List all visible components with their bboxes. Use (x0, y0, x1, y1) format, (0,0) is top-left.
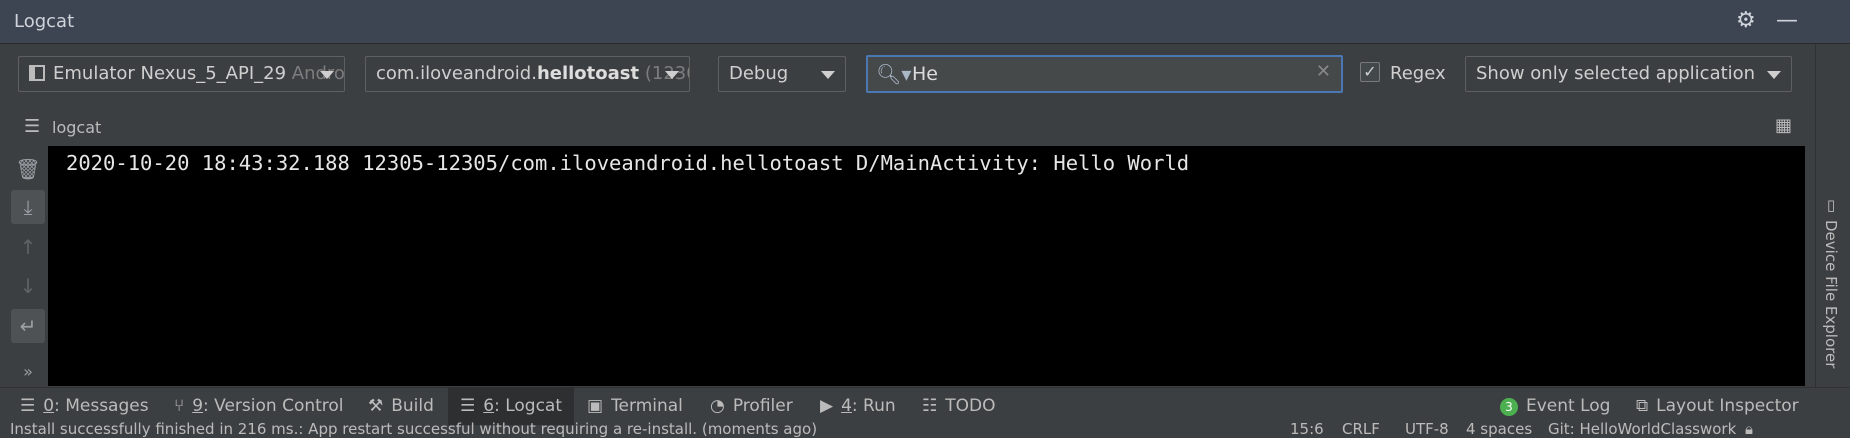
logcat-icon: ☰ (460, 396, 476, 416)
logcat-subheader (0, 108, 1815, 146)
tab-run[interactable]: ▶ 4: Run (808, 387, 908, 425)
device-name: Emulator Nexus_5_API_29 (53, 63, 287, 84)
tab-todo[interactable]: ☷ TODO (910, 387, 1008, 425)
clear-icon[interactable]: ✕ (1316, 61, 1331, 82)
soft-wrap-icon[interactable]: ↵ (11, 309, 45, 343)
minimize-icon[interactable]: — (1776, 10, 1798, 32)
gear-icon[interactable]: ⚙ (1736, 10, 1756, 32)
scroll-to-end-icon[interactable]: ⤓ (11, 190, 45, 224)
hammer-icon: ⚒ (368, 396, 384, 416)
search-icon[interactable]: 🔍︎▾ (876, 62, 911, 86)
status-encoding[interactable]: UTF-8 (1405, 422, 1449, 437)
chevron-down-icon (320, 71, 334, 79)
phone-icon: ▯ (1822, 196, 1840, 214)
regex-checkbox[interactable]: ✓ (1360, 62, 1380, 82)
status-message[interactable]: Install successfully finished in 216 ms.… (10, 422, 817, 437)
layout-icon[interactable]: ▦ (1775, 115, 1792, 136)
emulator-icon (29, 65, 45, 81)
layout-inspector-icon: ⧉ (1636, 396, 1649, 416)
log-level-dropdown[interactable]: Debug (718, 56, 846, 92)
search-value[interactable]: He (912, 63, 938, 85)
process-prefix: com.iloveandroid. (376, 63, 537, 84)
log-console[interactable] (48, 146, 1805, 386)
process-app: hellotoast (536, 63, 640, 84)
device-suffix: Andro (291, 63, 345, 84)
chevron-down-icon (821, 71, 835, 79)
log-level-value: Debug (729, 63, 789, 84)
chevron-down-icon (665, 71, 679, 79)
chevron-down-icon (1767, 71, 1781, 79)
arrow-down-icon[interactable]: ↓ (11, 269, 45, 303)
more-icon[interactable]: » (11, 355, 45, 389)
terminal-icon: ▣ (587, 396, 604, 416)
panel-title: Logcat (14, 11, 75, 32)
search-input[interactable]: 🔍︎▾ He ✕ (866, 55, 1343, 93)
status-line-separator[interactable]: CRLF (1342, 422, 1380, 437)
logcat-titlebar (0, 0, 1850, 44)
play-icon: ▶ (820, 396, 834, 416)
device-file-explorer-tab[interactable]: ▯ Device File Explorer (1822, 196, 1840, 368)
event-log-badge: 3 (1500, 398, 1518, 416)
vcs-icon: ⑂ (174, 396, 185, 416)
device-file-explorer-label: Device File Explorer (1822, 220, 1840, 369)
lines-icon: ☰ (24, 116, 41, 137)
list-icon: ☷ (922, 396, 938, 416)
log-line[interactable]: 2020-10-20 18:43:32.188 12305-12305/com.… (66, 151, 1189, 175)
process-dropdown[interactable]: com.iloveandroid.hellotoast (1230! (365, 56, 690, 92)
device-dropdown[interactable]: Emulator Nexus_5_API_29 Andro (18, 56, 345, 92)
trash-icon[interactable]: 🗑︎ (11, 152, 45, 186)
logcat-tab-label[interactable]: logcat (52, 118, 101, 137)
regex-label: Regex (1390, 63, 1446, 84)
scope-dropdown[interactable]: Show only selected application (1465, 56, 1792, 92)
status-vcs[interactable]: Git: HelloWorldClasswork (1548, 422, 1736, 437)
messages-icon: ☰ (20, 396, 36, 416)
lock-icon[interactable]: 🔒︎ (1745, 422, 1753, 437)
arrow-up-icon[interactable]: ↑ (11, 230, 45, 264)
gauge-icon: ◔ (710, 396, 725, 416)
status-position[interactable]: 15:6 (1290, 422, 1324, 437)
scope-value: Show only selected application (1476, 63, 1756, 84)
status-indent[interactable]: 4 spaces (1466, 422, 1532, 437)
